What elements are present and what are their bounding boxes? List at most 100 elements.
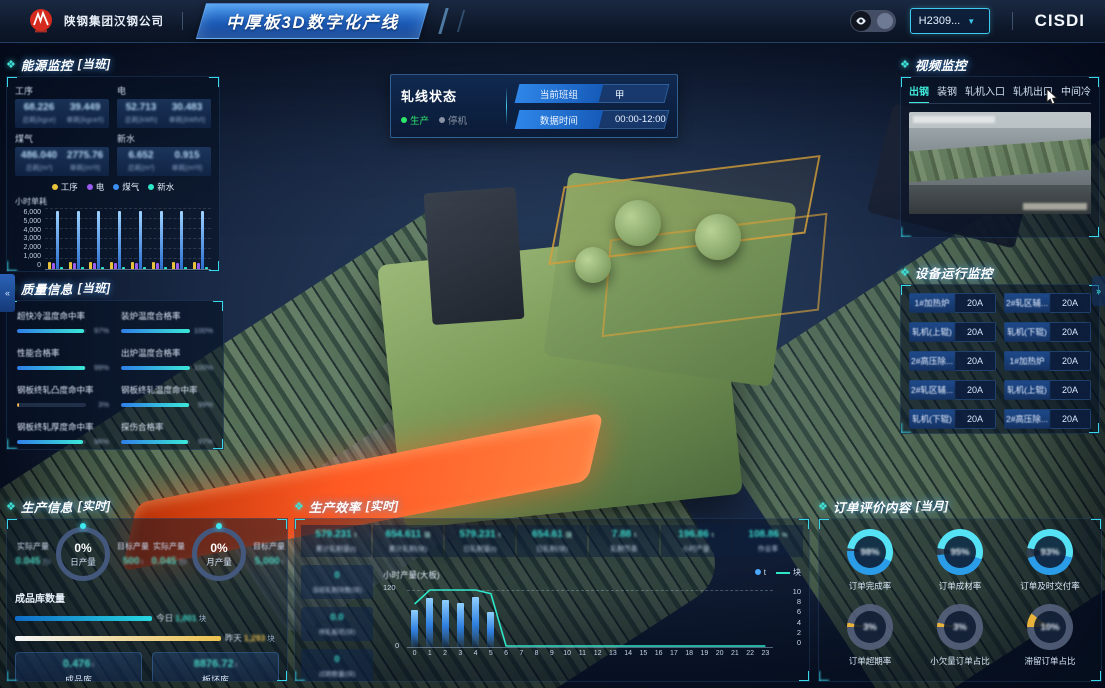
video-tab[interactable]: 轧机入口: [965, 83, 1005, 98]
x-tick: 7: [514, 650, 529, 657]
scene-drum: [575, 247, 611, 283]
quality-label: 钢板终轧厚度命中率: [17, 421, 109, 433]
toggle-knob[interactable]: [877, 13, 893, 29]
chip-key-text: 数据时间: [540, 112, 578, 126]
quality-metric: 探伤合格率97%: [121, 421, 213, 446]
gauge: 实际产量0.045 万t0%日产量目标产量500 t: [15, 527, 151, 581]
video-tab[interactable]: 装钢: [937, 83, 957, 98]
warehouse-value: 8876.72 t: [194, 658, 237, 670]
right-y-tick: 6: [793, 607, 801, 616]
energy-group-name: 工序: [15, 84, 109, 97]
y-tick: 6,000: [15, 209, 41, 216]
bar-电: [156, 263, 159, 269]
diamond-icon: ❖: [900, 58, 910, 71]
video-tab[interactable]: 出钢: [909, 83, 929, 98]
x-tick: 20: [712, 650, 727, 657]
chip-value-text: 甲: [615, 86, 625, 100]
efficiency-stat: 654.61 块日轧制(块): [517, 525, 587, 557]
legend-item: 工序: [52, 181, 78, 193]
corner-br: [1091, 671, 1102, 682]
panel-quality-info: ❖ 质量信息 [当班] 超快冷温度命中率97%装炉温度合格率100%性能合格率9…: [6, 280, 224, 454]
panel-tag: [实时]: [78, 498, 111, 514]
page-title: 中厚板3D数字化产线: [226, 9, 399, 33]
status-legend: 生产停机: [401, 113, 496, 127]
bar-电: [52, 263, 55, 269]
warehouse-box: 8876.72 t板坯库: [152, 652, 279, 682]
quality-fill: [17, 403, 19, 407]
quality-track: [121, 403, 190, 407]
video-tab[interactable]: 中间冷: [1061, 83, 1091, 98]
legend-dot: [148, 184, 154, 190]
quality-bar: 97%: [121, 437, 213, 446]
output-gauges: 实际产量0.045 万t0%日产量目标产量500 t实际产量0.045 万t0%…: [15, 527, 279, 581]
stat-value: 654.611 块: [374, 529, 442, 540]
stock-bar: 昨天1,293块: [15, 632, 279, 644]
energy-value: 52.713: [118, 102, 164, 113]
bar-电: [93, 263, 96, 269]
title-slash: [438, 8, 448, 34]
quality-fill: [17, 366, 85, 370]
stat-value: 7.88 t: [590, 529, 658, 540]
quality-metric: 钢板终轧厚度命中率96%: [17, 421, 109, 446]
quality-label: 性能合格率: [17, 347, 109, 359]
quality-label: 出炉温度合格率: [121, 347, 213, 359]
video-tab[interactable]: 轧机出口: [1013, 83, 1053, 98]
quality-label: 钢板终轧温度命中率: [121, 384, 213, 396]
view-select-dropdown[interactable]: H2309... ▼: [910, 8, 990, 34]
energy-group-name: 电: [117, 84, 211, 97]
status-dot: [439, 117, 445, 123]
gauge-target: 目标产量5,000 t: [251, 541, 287, 567]
quality-bar: 99%: [121, 400, 213, 409]
diamond-icon: ❖: [818, 500, 828, 513]
efficiency-stat: 7.88 t轧制节奏: [589, 525, 659, 557]
panel-video-monitor: ❖ 视频监控 出钢装钢轧机入口轧机出口中间冷电动辊: [900, 56, 1100, 240]
quality-fill: [121, 366, 190, 370]
gauge-actual-label: 实际产量: [15, 541, 51, 552]
panel-title: 能源监控: [21, 55, 73, 74]
panel-body: 出钢装钢轧机入口轧机出口中间冷电动辊: [900, 76, 1100, 238]
cctv-video-feed[interactable]: [909, 112, 1091, 214]
device-name: 2#轧区辅...: [1004, 293, 1050, 313]
side-stat-value: 0: [303, 654, 371, 665]
bar-group: 9: [193, 209, 208, 269]
corner-bl: [6, 439, 17, 450]
bar-煤气: [77, 211, 80, 269]
y-axis-max: 120: [383, 583, 396, 592]
bar-新水: [81, 267, 84, 269]
visibility-toggle[interactable]: [850, 10, 896, 32]
diamond-icon: ❖: [6, 500, 16, 513]
device-value: 20A: [1050, 380, 1091, 400]
energy-group: 电52.713总耗(kWh)30.483单耗(kWh/t): [117, 83, 211, 128]
panel-header: ❖ 生产效率 [实时]: [294, 498, 810, 514]
bar-煤气: [139, 211, 142, 269]
stat-label: 日轧制量(t): [446, 543, 514, 553]
panel-body: 工序68.226总耗(kgce)39.449单耗(kgce/t)电52.713总…: [6, 76, 220, 272]
side-stat-label: 当班轧制块数(块): [303, 584, 371, 594]
quality-percent: 100%: [193, 326, 213, 335]
stock-value: 1,801: [175, 613, 196, 623]
device-cell: 2#轧区辅...20A: [909, 380, 996, 400]
quality-percent: 97%: [193, 437, 213, 446]
stat-unit: 块: [422, 532, 430, 539]
quality-fill: [17, 329, 84, 333]
collapse-tab-left[interactable]: «: [0, 274, 15, 312]
donut-value: 3%: [937, 604, 983, 650]
bar-新水: [205, 267, 208, 269]
bar-电: [73, 263, 76, 269]
collapse-tab-right[interactable]: »: [1092, 276, 1105, 306]
donut: 10%滞留订单占比: [1007, 604, 1093, 667]
panel-header: ❖ 视频监控: [900, 56, 1100, 72]
gauge-actual: 实际产量0.045 万t: [15, 541, 51, 567]
stock-fill: [15, 616, 152, 621]
efficiency-side-stat: 0当班轧制块数(块): [301, 565, 373, 599]
panel-body: 1#加热炉20A2#轧区辅...20A轧机(上辊)20A轧机(下辊)20A2#高…: [900, 284, 1100, 434]
warehouse-unit: t: [234, 662, 238, 669]
donut: 98%订单完成率: [827, 529, 913, 592]
stat-value: 579.231 t: [446, 529, 514, 540]
device-name: 轧机(下辊): [1004, 322, 1050, 342]
legend-item: 新水: [148, 181, 174, 193]
quality-track: [121, 329, 190, 333]
bar-煤气: [180, 211, 183, 269]
energy-unit: 总耗(m³): [16, 163, 62, 173]
corner-br: [213, 439, 224, 450]
